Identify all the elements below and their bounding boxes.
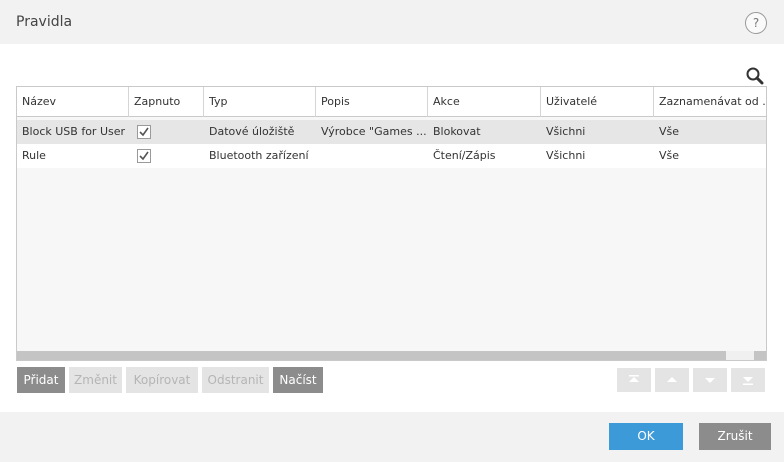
cell-type: Bluetooth zařízení bbox=[209, 149, 309, 162]
rules-table: Název Zapnuto Typ Popis Akce Uživatelé Z… bbox=[16, 86, 767, 361]
table-row[interactable]: Rule Bluetooth zařízení Čtení/Zápis Všic… bbox=[17, 144, 766, 168]
cell-log: Vše bbox=[659, 125, 680, 138]
scrollbar-thumb[interactable] bbox=[726, 351, 754, 360]
cell-users: Všichni bbox=[546, 149, 586, 162]
cell-name: Rule bbox=[22, 149, 46, 162]
horizontal-scrollbar[interactable] bbox=[17, 351, 766, 360]
cell-action: Čtení/Zápis bbox=[433, 149, 496, 162]
column-header-action[interactable]: Akce bbox=[428, 87, 541, 117]
dialog-title: Pravidla bbox=[16, 14, 73, 30]
move-bottom-icon[interactable] bbox=[731, 368, 765, 392]
ok-button[interactable]: OK bbox=[609, 423, 683, 450]
cell-log: Vše bbox=[659, 149, 680, 162]
column-header-log[interactable]: Zaznamenávat od ... bbox=[654, 87, 766, 117]
cell-action: Blokovat bbox=[433, 125, 481, 138]
load-button[interactable]: Načíst bbox=[273, 367, 323, 393]
move-top-icon[interactable] bbox=[617, 368, 651, 392]
move-down-icon[interactable] bbox=[693, 368, 727, 392]
cell-type: Datové úložiště bbox=[209, 125, 295, 138]
table-row[interactable]: Block USB for User Datové úložiště Výrob… bbox=[17, 120, 766, 144]
column-header-description[interactable]: Popis bbox=[316, 87, 428, 117]
column-header-name[interactable]: Název bbox=[17, 87, 129, 117]
cell-description bbox=[316, 144, 428, 168]
column-header-users[interactable]: Uživatelé bbox=[541, 87, 654, 117]
enabled-checkbox[interactable] bbox=[137, 149, 151, 163]
copy-button[interactable]: Kopírovat bbox=[126, 367, 198, 393]
search-icon[interactable] bbox=[743, 65, 767, 87]
cell-name: Block USB for User bbox=[22, 125, 126, 138]
move-up-icon[interactable] bbox=[655, 368, 689, 392]
column-header-type[interactable]: Typ bbox=[204, 87, 316, 117]
help-icon[interactable]: ? bbox=[745, 12, 767, 34]
remove-button[interactable]: Odstranit bbox=[202, 367, 269, 393]
table-header: Název Zapnuto Typ Popis Akce Uživatelé Z… bbox=[17, 87, 766, 117]
column-header-enabled[interactable]: Zapnuto bbox=[129, 87, 204, 117]
dialog-titlebar: Pravidla ? bbox=[0, 0, 784, 44]
add-button[interactable]: Přidat bbox=[17, 367, 65, 393]
edit-button[interactable]: Změnit bbox=[69, 367, 122, 393]
cell-description: Výrobce "Games ... bbox=[321, 125, 427, 138]
enabled-checkbox[interactable] bbox=[137, 125, 151, 139]
cancel-button[interactable]: Zrušit bbox=[699, 423, 771, 450]
cell-users: Všichni bbox=[546, 125, 586, 138]
